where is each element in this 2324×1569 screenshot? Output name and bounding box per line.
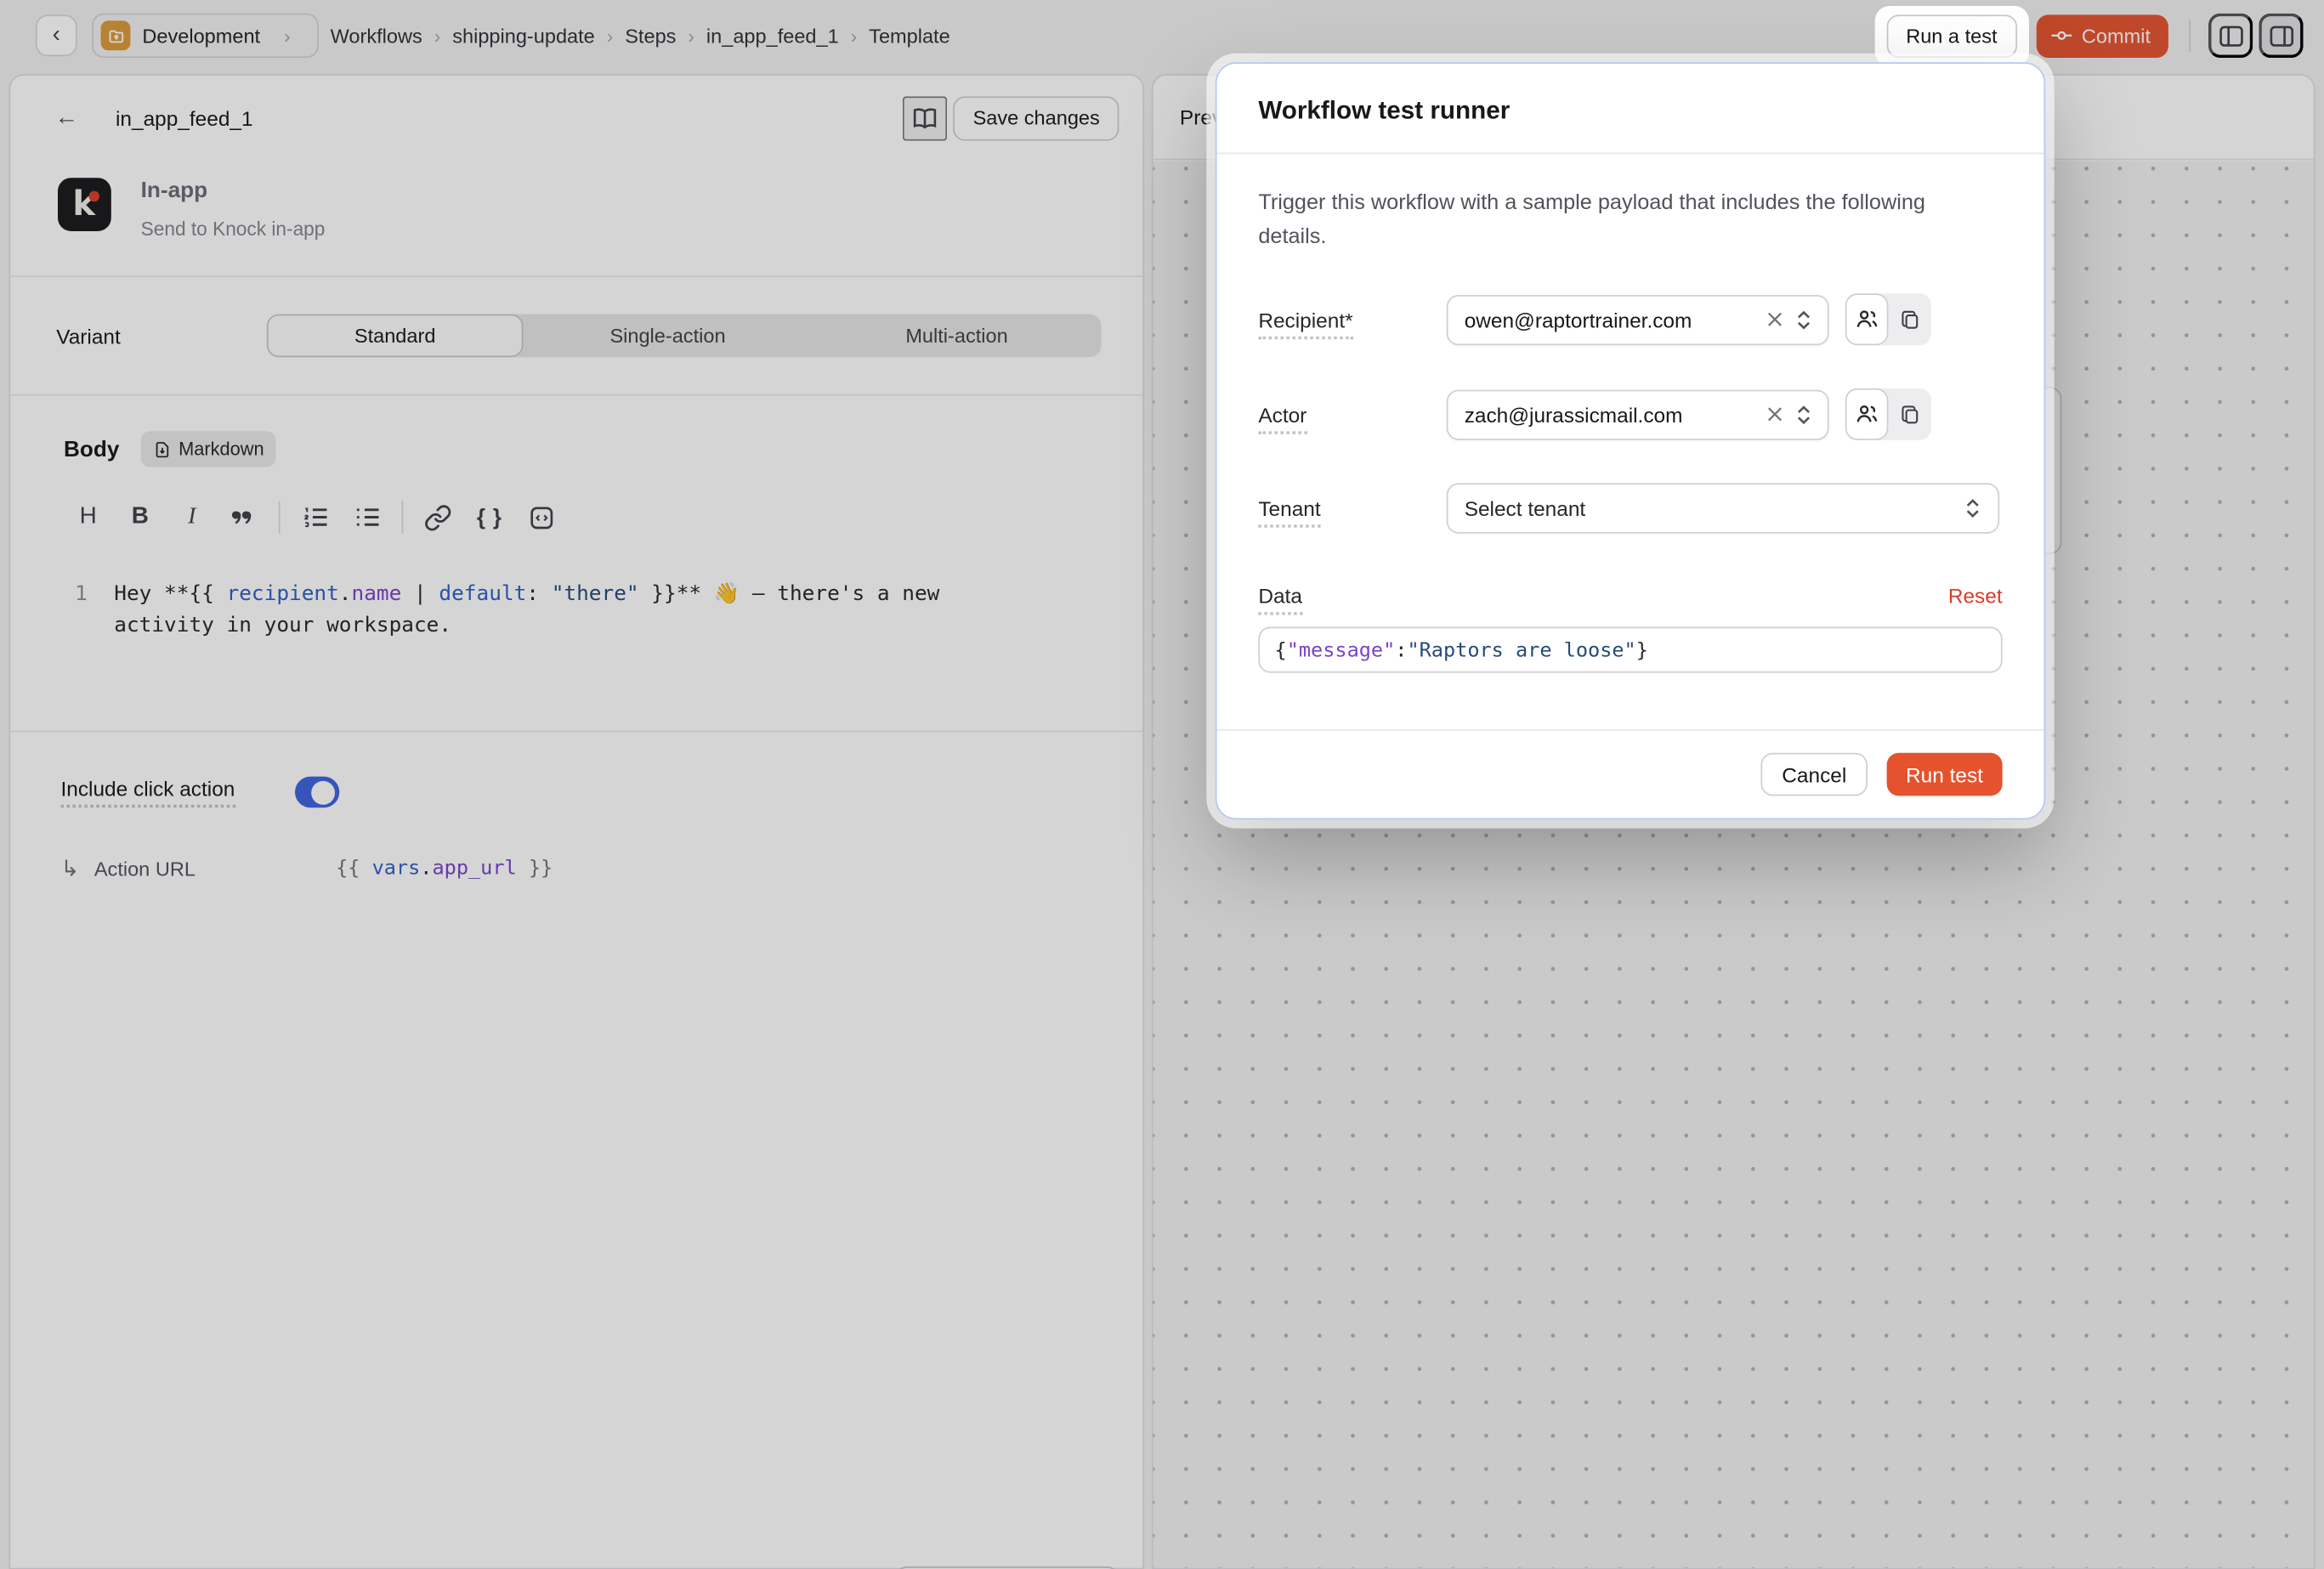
data-json-input[interactable]: {"message": "Raptors are loose"} <box>1258 627 2002 673</box>
recipient-label: Recipient* <box>1258 308 1446 331</box>
data-row-header: Data Reset <box>1258 584 2002 608</box>
copy-button[interactable] <box>1888 388 1931 440</box>
pick-user-button[interactable] <box>1845 388 1889 440</box>
users-icon <box>1854 307 1879 332</box>
pick-user-button[interactable] <box>1845 293 1889 345</box>
recipient-actions <box>1845 293 1931 345</box>
actor-label: Actor <box>1258 402 1446 426</box>
workflow-test-runner-modal: Workflow test runner Trigger this workfl… <box>1216 62 2045 819</box>
users-icon <box>1854 402 1879 428</box>
recipient-combobox[interactable]: owen@raptortrainer.com <box>1447 294 1829 344</box>
modal-description: Trigger this workflow with a sample payl… <box>1258 187 1928 255</box>
chevron-updown-icon[interactable] <box>1794 308 1814 331</box>
chevron-updown-icon[interactable] <box>1794 402 1814 426</box>
run-test-button[interactable]: Run test <box>1886 753 2002 796</box>
recipient-value: owen@raptortrainer.com <box>1465 308 1767 331</box>
actor-value: zach@jurassicmail.com <box>1465 402 1767 426</box>
actor-combobox[interactable]: zach@jurassicmail.com <box>1447 389 1829 439</box>
clear-icon[interactable] <box>1766 311 1783 327</box>
tenant-label: Tenant <box>1258 496 1446 520</box>
copy-button[interactable] <box>1888 293 1931 345</box>
copy-icon <box>1898 308 1922 331</box>
tenant-select[interactable]: Select tenant <box>1447 483 1999 533</box>
recipient-row: Recipient* owen@raptortrainer.com <box>1258 293 2002 345</box>
tenant-placeholder: Select tenant <box>1465 496 1963 520</box>
actor-actions <box>1845 388 1931 440</box>
copy-icon <box>1898 402 1922 426</box>
run-a-test-button[interactable]: Run a test <box>1887 14 2017 58</box>
clear-icon[interactable] <box>1766 406 1783 422</box>
tenant-row: Tenant Select tenant <box>1258 483 2002 533</box>
cancel-button[interactable]: Cancel <box>1761 753 1868 796</box>
modal-title: Workflow test runner <box>1258 96 2002 126</box>
chevron-updown-icon <box>1963 496 1983 520</box>
modal-footer: Cancel Run test <box>1217 729 2044 818</box>
actor-row: Actor zach@jurassicmail.com <box>1258 388 2002 440</box>
modal-body: Trigger this workflow with a sample payl… <box>1217 154 2044 729</box>
modal-header: Workflow test runner <box>1217 64 2044 154</box>
reset-link[interactable]: Reset <box>1948 584 2003 608</box>
data-label: Data <box>1258 584 1446 608</box>
